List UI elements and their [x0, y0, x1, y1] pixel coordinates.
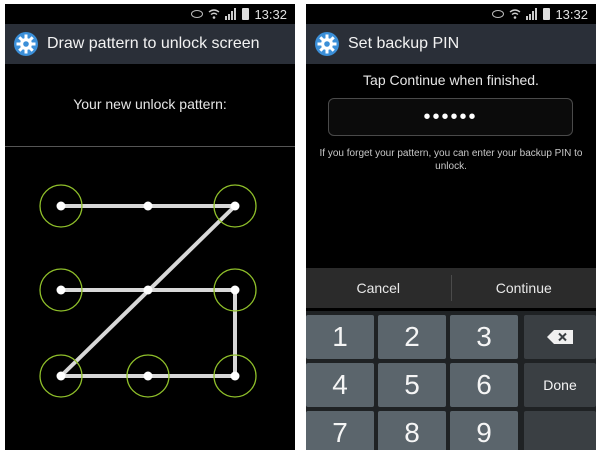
key-3[interactable]: 3 — [450, 315, 518, 359]
gear-icon[interactable] — [314, 31, 340, 57]
pin-hint: If you forget your pattern, you can ente… — [319, 148, 583, 172]
pin-input[interactable]: •••••• — [328, 98, 573, 136]
key-1[interactable]: 1 — [306, 315, 374, 359]
backspace-key[interactable] — [524, 315, 596, 359]
pin-prompt: Tap Continue when finished. — [363, 72, 539, 88]
pattern-prompt: Your new unlock pattern: — [73, 96, 227, 112]
blank-key — [524, 411, 596, 450]
continue-button[interactable]: Continue — [452, 280, 597, 296]
action-bar: Cancel Continue — [306, 268, 596, 308]
pattern-node-3[interactable] — [230, 201, 240, 211]
pattern-node-6[interactable] — [230, 285, 240, 295]
screen-title: Set backup PIN — [348, 35, 460, 52]
pattern-node-9[interactable] — [230, 371, 240, 381]
key-9[interactable]: 9 — [450, 411, 518, 450]
pattern-screen: 13:32 Draw pattern to unlock screen Your… — [5, 4, 295, 450]
backup-pin-screen: 13:32 Set backup PIN Tap Continue when f… — [306, 4, 596, 450]
pattern-node-4[interactable] — [56, 285, 66, 295]
key-4[interactable]: 4 — [306, 363, 374, 407]
pattern-node-7[interactable] — [56, 371, 66, 381]
title-bar: Set backup PIN — [306, 24, 596, 64]
battery-icon — [543, 8, 551, 20]
key-8[interactable]: 8 — [378, 411, 446, 450]
title-bar: Draw pattern to unlock screen — [5, 24, 295, 64]
status-bar: 13:32 — [306, 4, 596, 24]
eye-icon — [492, 10, 505, 18]
cancel-button[interactable]: Cancel — [306, 280, 451, 296]
done-key[interactable]: Done — [524, 363, 596, 407]
backspace-icon — [547, 330, 573, 344]
wifi-icon — [209, 9, 220, 19]
numeric-keypad: 1 2 3 4 5 6 Done 7 8 9 — [306, 311, 596, 450]
gear-icon[interactable] — [13, 31, 39, 57]
screen-title: Draw pattern to unlock screen — [47, 35, 260, 52]
key-6[interactable]: 6 — [450, 363, 518, 407]
pattern-node-8[interactable] — [143, 371, 153, 381]
key-2[interactable]: 2 — [378, 315, 446, 359]
wifi-icon — [510, 9, 521, 19]
key-5[interactable]: 5 — [378, 363, 446, 407]
pattern-node-1[interactable] — [56, 201, 66, 211]
signal-icon — [225, 8, 237, 20]
battery-icon — [242, 8, 250, 20]
status-time: 13:32 — [254, 6, 287, 22]
divider — [5, 146, 295, 147]
pattern-grid[interactable] — [5, 154, 295, 450]
pattern-node-2[interactable] — [143, 201, 153, 211]
status-bar: 13:32 — [5, 4, 295, 24]
key-7[interactable]: 7 — [306, 411, 374, 450]
status-time: 13:32 — [555, 6, 588, 22]
pattern-node-5[interactable] — [143, 285, 153, 295]
signal-icon — [526, 8, 538, 20]
eye-icon — [191, 10, 204, 18]
